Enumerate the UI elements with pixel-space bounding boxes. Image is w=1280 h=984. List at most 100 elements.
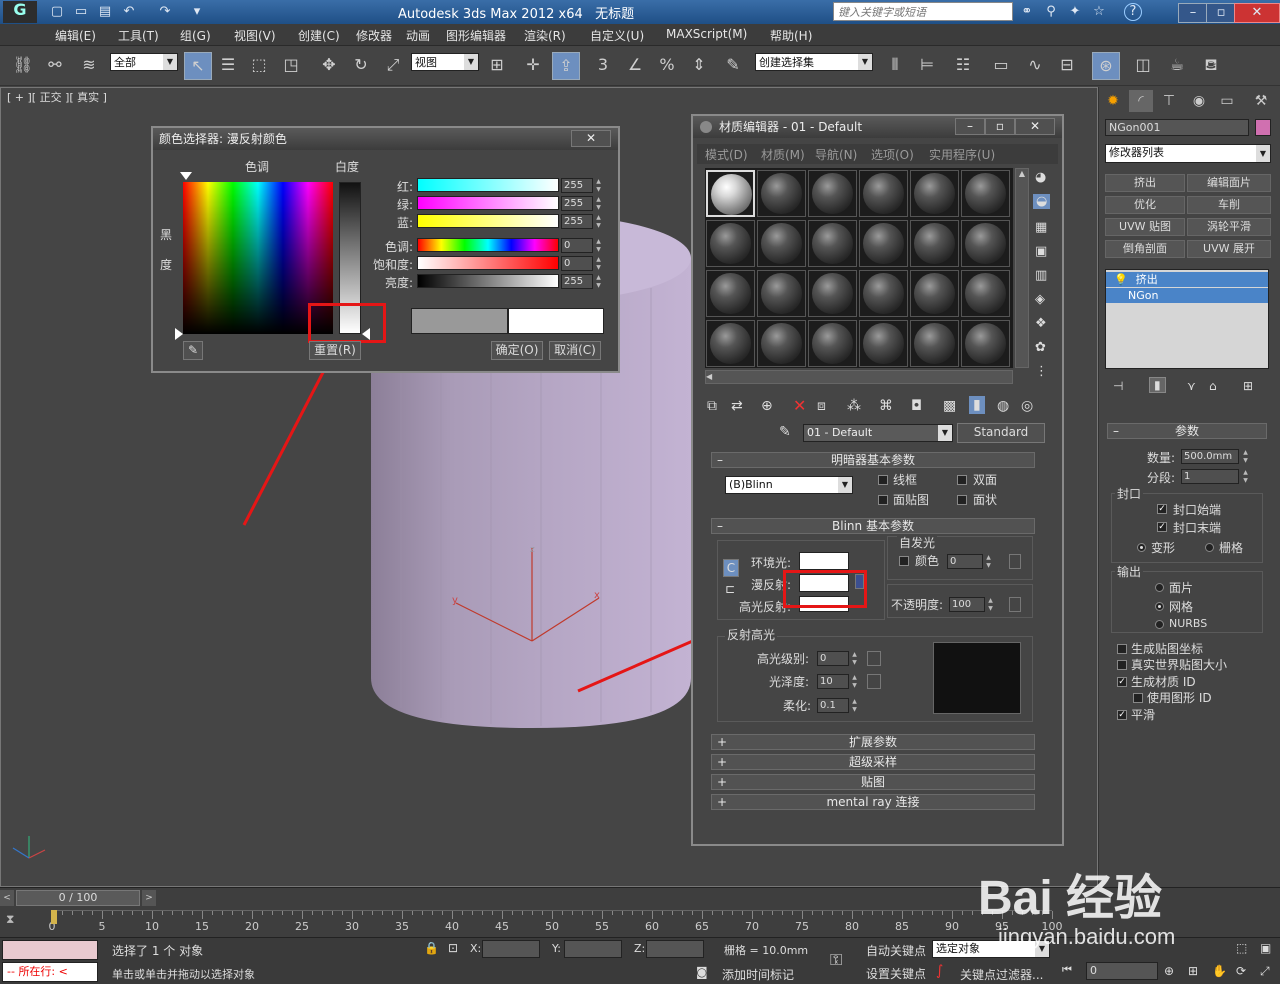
menu-create[interactable]: 创建(C) [298, 27, 340, 44]
named-selection-set-dropdown[interactable]: 创建选择集 ▼ [755, 53, 873, 71]
me-maximize-button[interactable]: ▫ [985, 118, 1015, 135]
add-time-tag[interactable]: 添加时间标记 [722, 966, 794, 983]
self-illum-spinner[interactable]: ▲ ▼ [984, 554, 993, 570]
menu-views[interactable]: 视图(V) [234, 27, 276, 44]
cancel-button[interactable]: 取消(C) [549, 341, 601, 360]
supersampling-rollout[interactable]: + 超级采样 [711, 754, 1035, 770]
show-map-in-viewport-icon[interactable]: ▩ [943, 398, 956, 414]
render-setup-icon[interactable]: ◫ [1130, 52, 1156, 78]
me-menu-options[interactable]: 选项(O) [871, 146, 914, 163]
selection-lock-icon[interactable]: 🔒 [424, 941, 439, 955]
time-config-icon[interactable]: ⏮ [1062, 963, 1072, 977]
hierarchy-tab-icon[interactable]: ⊤ [1157, 90, 1181, 112]
set-key-label[interactable]: 设置关键点 [866, 965, 926, 982]
modifier-btn-extrude[interactable]: 挤出 [1105, 174, 1185, 192]
menu-modifiers[interactable]: 修改器 [356, 27, 392, 44]
blue-value-input[interactable]: 255 [561, 214, 593, 229]
menu-edit[interactable]: 编辑(E) [55, 27, 96, 44]
material-editor-icon[interactable]: ⊛ [1092, 52, 1120, 80]
material-sample-slot[interactable] [961, 170, 1010, 217]
material-sample-slot[interactable] [757, 320, 806, 367]
blinn-basic-rollout[interactable]: – Blinn 基本参数 [711, 518, 1035, 534]
configure-modifier-sets-icon[interactable]: ⊞ [1243, 379, 1253, 393]
material-name-field[interactable]: 01 - Default ▼ [803, 424, 953, 442]
material-sample-slot[interactable] [859, 270, 908, 317]
stack-item-ngon[interactable]: NGon [1106, 288, 1268, 303]
blue-spinner[interactable]: ▲ ▼ [594, 214, 603, 230]
me-menu-navigation[interactable]: 导航(N) [815, 146, 857, 163]
amount-spinner[interactable]: ▲ ▼ [1241, 449, 1250, 465]
pan-icon[interactable]: ✋ [1212, 964, 1227, 978]
material-sample-slot[interactable] [706, 170, 755, 217]
put-to-scene-icon[interactable]: ⇄ [731, 398, 743, 414]
time-tag-icon[interactable]: ◙ [696, 965, 708, 979]
absolute-mode-icon[interactable]: ⊡ [448, 941, 458, 955]
menu-maxscript[interactable]: MAXScript(M) [666, 27, 747, 41]
background-icon[interactable]: ▦ [1035, 220, 1047, 235]
angle-snap-icon[interactable]: ∠ [622, 52, 648, 78]
keyboard-shortcut-icon[interactable]: ⇪ [552, 52, 580, 80]
maximize-button[interactable]: ▫ [1206, 3, 1236, 23]
go-forward-sibling-icon[interactable]: ◎ [1021, 398, 1033, 414]
display-tab-icon[interactable]: ▭ [1215, 90, 1239, 112]
gen-material-id-checkbox[interactable]: ✓ [1117, 677, 1127, 687]
me-menu-mode[interactable]: 模式(D) [705, 146, 748, 163]
menu-help[interactable]: 帮助(H) [770, 27, 812, 44]
zoom-extents-icon[interactable]: ⬚ [1236, 941, 1247, 955]
green-spinner[interactable]: ▲ ▼ [594, 196, 603, 212]
me-minimize-button[interactable]: – [955, 118, 985, 135]
me-menu-utilities[interactable]: 实用程序(U) [929, 146, 995, 163]
material-sample-slot[interactable] [961, 320, 1010, 367]
material-sample-slot[interactable] [859, 220, 908, 267]
material-sample-slot[interactable] [961, 220, 1010, 267]
red-spinner[interactable]: ▲ ▼ [594, 178, 603, 194]
real-world-map-checkbox[interactable] [1117, 660, 1127, 670]
link-icon[interactable]: ⛓ [10, 52, 36, 78]
patch-radio[interactable] [1155, 583, 1164, 592]
hue-pointer-icon[interactable] [180, 172, 192, 180]
light-bulb-icon[interactable]: 💡 [1106, 273, 1128, 286]
stack-item-extrude[interactable]: 💡 挤出 [1106, 272, 1268, 287]
spinner-snap-icon[interactable]: ⇕ [686, 52, 712, 78]
modifier-btn-unwrap-uvw[interactable]: UVW 展开 [1187, 240, 1271, 258]
subscription-icon[interactable]: ⚲ [1042, 3, 1060, 21]
modifier-btn-turbosmooth[interactable]: 涡轮平滑 [1187, 218, 1271, 236]
material-sample-slot[interactable] [808, 170, 857, 217]
menu-animation[interactable]: 动画 [406, 27, 430, 44]
favorites-star-icon[interactable]: ☆ [1090, 3, 1108, 21]
ok-button[interactable]: 确定(O) [491, 341, 543, 360]
green-slider[interactable] [417, 196, 559, 210]
key-filters-button[interactable]: 关键点过滤器... [960, 966, 1043, 983]
color-picker-close-button[interactable]: ✕ [571, 130, 611, 147]
saturation-slider[interactable] [417, 256, 559, 270]
backlight-icon[interactable]: ◒ [1033, 194, 1051, 209]
modifier-btn-uvw-map[interactable]: UVW 贴图 [1105, 218, 1185, 236]
two-sided-checkbox[interactable] [957, 475, 967, 485]
material-type-button[interactable]: Standard [957, 423, 1045, 443]
timeline-next-button[interactable]: > [142, 890, 156, 906]
soften-input[interactable]: 0.1 [817, 698, 849, 713]
new-file-icon[interactable]: ▢ [48, 3, 66, 21]
pick-from-object-icon[interactable]: ✎ [779, 424, 791, 440]
self-illum-map-button[interactable] [1009, 554, 1021, 569]
material-sample-slot[interactable] [910, 320, 959, 367]
opacity-spinner[interactable]: ▲ ▼ [986, 597, 995, 613]
modifier-btn-lathe[interactable]: 车削 [1187, 196, 1271, 214]
material-sample-slot[interactable] [961, 270, 1010, 317]
nurbs-radio[interactable] [1155, 620, 1164, 629]
reference-coord-dropdown[interactable]: 视图 ▼ [411, 53, 479, 71]
zoom-all-icon[interactable]: ⊞ [1188, 964, 1198, 978]
smooth-checkbox[interactable]: ✓ [1117, 710, 1127, 720]
curve-editor-icon[interactable]: ∿ [1022, 52, 1048, 78]
value-slider[interactable] [417, 274, 559, 288]
cap-start-checkbox[interactable]: ✓ [1157, 504, 1167, 514]
specular-level-input[interactable]: 0 [817, 651, 849, 666]
make-unique-icon[interactable]: ⁂ [847, 398, 861, 414]
get-material-icon[interactable]: ⧉ [707, 398, 717, 414]
blackness-pointer-icon[interactable] [175, 328, 183, 340]
gen-map-coords-checkbox[interactable] [1117, 644, 1127, 654]
selection-filter-dropdown[interactable]: 全部 ▼ [110, 53, 178, 71]
put-to-library-icon[interactable]: ⌘ [879, 398, 893, 414]
blue-slider[interactable] [417, 214, 559, 228]
show-end-result-toggle-icon[interactable]: ▮ [1149, 377, 1166, 393]
